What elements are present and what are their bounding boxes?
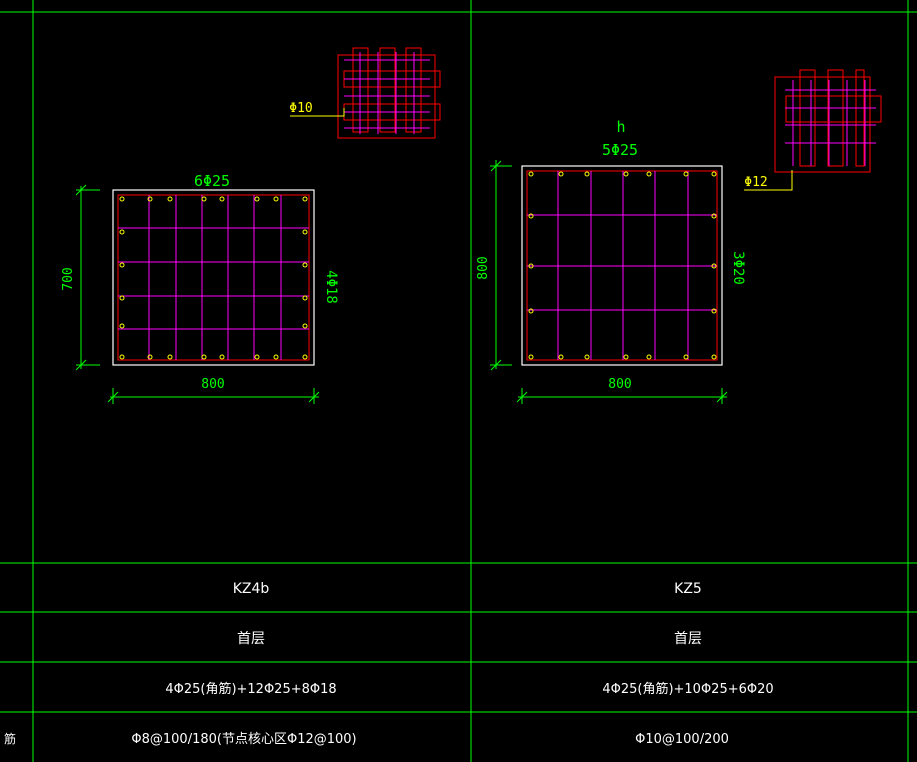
left-tie-label: Φ10	[289, 101, 312, 116]
rebar	[201, 354, 207, 360]
rebar	[119, 262, 125, 268]
left-cover-outline	[117, 194, 310, 361]
rebar	[302, 196, 308, 202]
table-cell-longitudinal-right: 4Φ25(角筋)+10Φ25+6Φ20	[602, 681, 773, 697]
rebar	[584, 354, 590, 360]
left-section-outline	[112, 189, 315, 366]
rebar	[219, 196, 225, 202]
table-cell-stirrup-right: Φ10@100/200	[635, 732, 729, 747]
table-cell-stirrup-left: Φ8@100/180(节点核心区Φ12@100)	[131, 732, 356, 747]
rebar	[683, 354, 689, 360]
rebar	[302, 323, 308, 329]
right-height-dimension	[490, 160, 512, 371]
rebar	[711, 171, 717, 177]
rebar	[167, 196, 173, 202]
table-cell-name-kz4b: KZ4b	[233, 581, 270, 597]
left-height-label: 700	[61, 267, 76, 290]
left-tie-detail	[290, 47, 441, 139]
rebar	[119, 196, 125, 202]
rebar	[646, 354, 652, 360]
rebar	[683, 171, 689, 177]
rebar	[528, 171, 534, 177]
rebar	[254, 196, 260, 202]
table-cell-floor-left: 首层	[237, 631, 265, 647]
rebar	[302, 262, 308, 268]
rebar	[302, 295, 308, 301]
right-side-bars-label: 3Φ20	[730, 251, 746, 285]
schedule-table: KZ4b KZ5 首层 首层 4Φ25(角筋)+12Φ25+8Φ18 4Φ25(…	[4, 581, 774, 747]
right-top-bars-label: 5Φ25	[602, 141, 638, 159]
rebar	[119, 295, 125, 301]
right-h-label: h	[616, 118, 625, 136]
rebar	[119, 323, 125, 329]
rebar	[646, 171, 652, 177]
rebar	[201, 196, 207, 202]
left-column-section: 800 700 6Φ25 4Φ18 Φ10	[61, 47, 441, 404]
rebar	[254, 354, 260, 360]
rebar	[167, 354, 173, 360]
table-cell-floor-right: 首层	[674, 631, 702, 647]
left-side-bars-label: 4Φ18	[323, 270, 339, 304]
left-longitudinal-bars	[119, 196, 308, 360]
rebar	[273, 354, 279, 360]
right-stirrup-grid	[527, 171, 717, 360]
right-tie-label: Φ12	[744, 175, 767, 190]
rebar	[711, 354, 717, 360]
right-column-section: 800 800 h 5Φ25 3Φ20 Φ12	[476, 69, 882, 404]
table-grid-lines	[0, 0, 917, 762]
rebar	[623, 354, 629, 360]
rebar	[302, 354, 308, 360]
table-row-header-stub: 筋	[4, 731, 16, 746]
rebar	[119, 354, 125, 360]
right-tie-detail	[744, 69, 882, 191]
table-cell-longitudinal-left: 4Φ25(角筋)+12Φ25+8Φ18	[165, 681, 336, 697]
rebar	[273, 196, 279, 202]
rebar	[528, 354, 534, 360]
rebar	[584, 171, 590, 177]
rebar	[302, 229, 308, 235]
rebar	[558, 171, 564, 177]
left-top-bars-label: 6Φ25	[194, 172, 230, 190]
right-height-label: 800	[476, 256, 491, 279]
rebar	[623, 171, 629, 177]
table-cell-name-kz5: KZ5	[674, 581, 702, 597]
rebar	[558, 354, 564, 360]
right-width-label: 800	[608, 377, 631, 392]
rebar	[219, 354, 225, 360]
cad-drawing-canvas[interactable]: 800 700 6Φ25 4Φ18 Φ10 800 800 h 5Φ25 3Φ2…	[0, 0, 917, 762]
left-height-dimension	[75, 184, 100, 371]
left-width-label: 800	[201, 377, 224, 392]
rebar	[119, 229, 125, 235]
left-stirrup-grid	[118, 195, 309, 360]
